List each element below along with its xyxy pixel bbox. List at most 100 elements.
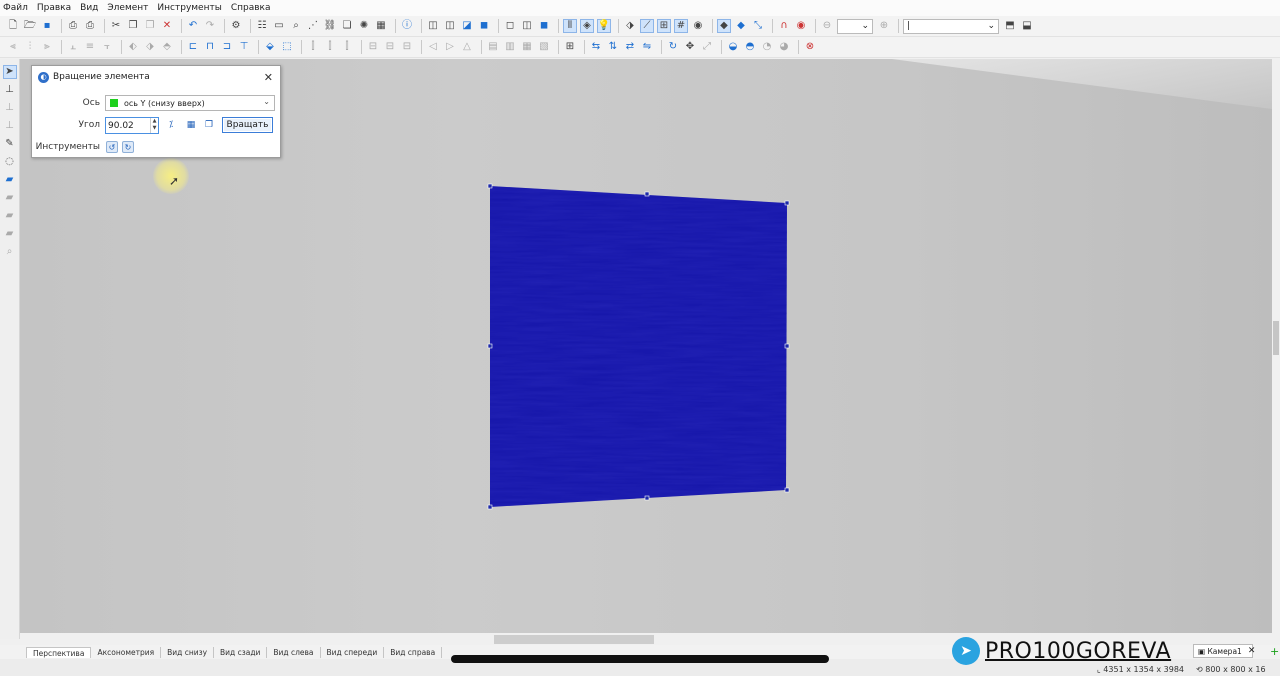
mirror-2-icon[interactable]: ⫿ xyxy=(323,40,337,54)
report-icon[interactable]: ▦ xyxy=(374,19,388,33)
edge-icon[interactable]: ▰ xyxy=(3,227,17,241)
stack-2-icon[interactable]: ⊟ xyxy=(383,40,397,54)
camera-tab[interactable]: ▣ Камера1 ✕ xyxy=(1193,644,1255,658)
rotate-tool-icon[interactable]: ↺ xyxy=(106,141,118,153)
group-icon[interactable]: ⬙ xyxy=(263,40,277,54)
tab-left[interactable]: Вид слева xyxy=(267,646,321,658)
open-folder-icon[interactable]: 🗁 xyxy=(23,19,37,33)
columns-icon[interactable]: ⦀ xyxy=(563,19,577,33)
close-icon[interactable]: ✕ xyxy=(264,71,273,84)
align-to-center-icon[interactable]: ⊓ xyxy=(203,40,217,54)
align-top-icon[interactable]: ⫠ xyxy=(66,40,80,54)
zoom-tool-icon[interactable]: ⌕ xyxy=(3,245,17,259)
size-4-icon[interactable]: ▧ xyxy=(537,40,551,54)
vertical-scrollbar[interactable] xyxy=(1272,59,1280,639)
arrange-3-icon[interactable]: △ xyxy=(460,40,474,54)
size-3-icon[interactable]: ▦ xyxy=(520,40,534,54)
link-icon[interactable]: ⛓ xyxy=(323,19,337,33)
select-arrow-icon[interactable]: ➤ xyxy=(2,65,17,79)
size-2-icon[interactable]: ▥ xyxy=(503,40,517,54)
tab-front[interactable]: Вид спереди xyxy=(321,646,385,658)
distribute-1-icon[interactable]: ⬖ xyxy=(126,40,140,54)
rotate-free-icon[interactable]: ↻ xyxy=(122,141,134,153)
node-select-icon[interactable]: ◆ xyxy=(717,19,731,33)
scale-icon[interactable]: ⤢ xyxy=(700,40,714,54)
flip-h-icon[interactable]: ⇆ xyxy=(589,40,603,54)
rotate-icon[interactable]: ↻ xyxy=(666,40,680,54)
settings-gear-icon[interactable]: ⚙ xyxy=(229,19,243,33)
redo-icon[interactable]: ↷ xyxy=(203,19,217,33)
zoom-out-icon[interactable]: ⊖ xyxy=(820,19,834,33)
view-cube-4-icon[interactable]: ◼ xyxy=(477,19,491,33)
grid-align-icon[interactable]: ▦ xyxy=(185,119,197,131)
tab-axonometry[interactable]: Аксонометрия xyxy=(91,646,162,658)
magnet-icon[interactable]: ∩ xyxy=(777,19,791,33)
layers-icon[interactable]: ❏ xyxy=(340,19,354,33)
sun-icon[interactable]: ✺ xyxy=(357,19,371,33)
camera-1-icon[interactable]: ◒ xyxy=(726,40,740,54)
camera-2-icon[interactable]: ◓ xyxy=(743,40,757,54)
mirror-3-icon[interactable]: ⫿ xyxy=(340,40,354,54)
target-icon[interactable]: ⊗ xyxy=(803,40,817,54)
view-cube-1-icon[interactable]: ◫ xyxy=(426,19,440,33)
resize-handle[interactable] xyxy=(487,183,493,189)
layer-combo[interactable]: | ⌄ xyxy=(903,18,999,34)
ungroup-icon[interactable]: ⬚ xyxy=(280,40,294,54)
distribute-2-icon[interactable]: ⬗ xyxy=(143,40,157,54)
angle-input[interactable]: 90.02 ▲ ▼ xyxy=(105,117,159,134)
layer-add-icon[interactable]: ⬒ xyxy=(1003,19,1017,33)
tab-bottom[interactable]: Вид снизу xyxy=(161,646,215,658)
camera-3-icon[interactable]: ◔ xyxy=(760,40,774,54)
library-icon[interactable]: ▭ xyxy=(272,19,286,33)
draw-shape-icon[interactable]: ⊥ xyxy=(3,119,17,133)
snap-icon[interactable]: ⊞ xyxy=(657,19,671,33)
info-icon[interactable]: ⓘ xyxy=(400,19,414,33)
menu-file[interactable]: Файл xyxy=(3,3,28,13)
align-left-edge-icon[interactable]: ⫷ xyxy=(6,40,20,54)
resize-handle[interactable] xyxy=(644,495,650,501)
share-icon[interactable]: ⋰ xyxy=(306,19,320,33)
percent-icon[interactable]: ⁒ xyxy=(165,119,177,131)
pipette-icon[interactable]: ✎ xyxy=(3,137,17,151)
view-cube-3-icon[interactable]: ◪ xyxy=(460,19,474,33)
record-icon[interactable]: ◉ xyxy=(794,19,808,33)
mirror-1-icon[interactable]: ⫿ xyxy=(306,40,320,54)
size-1-icon[interactable]: ▤ xyxy=(486,40,500,54)
print-preview-icon[interactable]: ⎙ xyxy=(83,19,97,33)
draw-line-icon[interactable]: ⊥ xyxy=(3,83,17,97)
scroll-thumb[interactable] xyxy=(494,635,654,644)
zoom-combo[interactable]: ⌄ xyxy=(837,18,873,34)
align-to-top-icon[interactable]: ⊤ xyxy=(237,40,251,54)
textured-icon[interactable]: ◼ xyxy=(537,19,551,33)
angle-spinner[interactable]: ▲ ▼ xyxy=(150,118,158,133)
save-icon[interactable]: ▪ xyxy=(40,19,54,33)
add-camera-icon[interactable]: + xyxy=(1270,645,1279,658)
align-to-right-icon[interactable]: ⊐ xyxy=(220,40,234,54)
light-bulb-icon[interactable]: 💡 xyxy=(597,19,611,33)
mirror-icon[interactable]: ⇋ xyxy=(640,40,654,54)
paint-icon[interactable]: ▰ xyxy=(3,173,17,187)
new-file-icon[interactable]: 🗋 xyxy=(6,19,20,33)
delete-icon[interactable]: ✕ xyxy=(160,19,174,33)
resize-handle[interactable] xyxy=(644,191,650,197)
copy-icon[interactable]: ❐ xyxy=(126,19,140,33)
view-cube-2-icon[interactable]: ◫ xyxy=(443,19,457,33)
search-icon[interactable]: ⌕ xyxy=(289,19,303,33)
tab-back[interactable]: Вид сзади xyxy=(214,646,268,658)
node-move-icon[interactable]: ◆ xyxy=(734,19,748,33)
array-icon[interactable]: ⊞ xyxy=(563,40,577,54)
grid-icon[interactable]: # xyxy=(674,19,688,33)
resize-handle[interactable] xyxy=(784,200,790,206)
tab-perspective[interactable]: Перспектива xyxy=(26,646,92,658)
material-icon[interactable]: ▰ xyxy=(3,209,17,223)
menu-edit[interactable]: Правка xyxy=(37,3,71,13)
menu-element[interactable]: Элемент xyxy=(107,3,148,13)
move-icon[interactable]: ✥ xyxy=(683,40,697,54)
render-icon[interactable]: ◈ xyxy=(580,19,594,33)
flip-v-icon[interactable]: ⇅ xyxy=(606,40,620,54)
measure-icon[interactable]: ⟋ xyxy=(640,19,654,33)
resize-handle[interactable] xyxy=(784,343,790,349)
rotate-button[interactable]: Вращать xyxy=(222,117,273,133)
arrange-1-icon[interactable]: ◁ xyxy=(426,40,440,54)
arrange-2-icon[interactable]: ▷ xyxy=(443,40,457,54)
